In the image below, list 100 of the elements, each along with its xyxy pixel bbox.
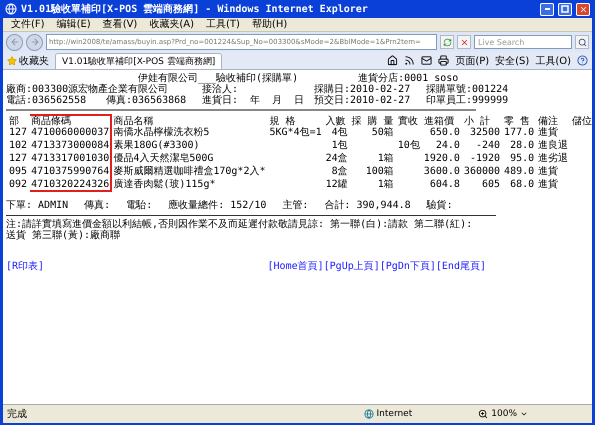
column-header: 部 [8, 115, 20, 127]
browser-tab[interactable]: V1.01驗收單補印[X-POS 雲端商務網] [55, 52, 222, 68]
table-cell-text: 127 [8, 127, 28, 139]
table-cell-text: 28.0 [509, 139, 536, 152]
table-cell-text: -1920 [468, 152, 502, 165]
command-menu[interactable]: 工具(O) [535, 54, 571, 68]
info-field: 採購日:2010-02-27 [314, 84, 426, 95]
footer-field: 驗貨: [426, 200, 453, 211]
column-header: 入數 [324, 115, 347, 127]
table-cell-text: 進貨 [537, 165, 560, 178]
print-icon[interactable] [438, 55, 450, 66]
menu-item[interactable]: 收藏夹(A) [149, 18, 194, 30]
info-field: 印單員工:999999 [426, 95, 546, 106]
menu-item[interactable]: 编辑(E) [56, 18, 91, 30]
table-cell-text: 95.0 [509, 152, 536, 165]
close-button[interactable] [576, 2, 590, 16]
table-cell-text: 100箱 [364, 165, 395, 178]
table-cell-text: 進貨 [537, 127, 560, 139]
table-cell-text: 605 [480, 178, 502, 191]
table-cell-text: -240 [474, 139, 502, 152]
refresh-icon [442, 38, 452, 46]
column-header: 規 格 [268, 115, 324, 127]
table-cell-text: 5KG*4包=1 [268, 127, 323, 139]
table-cell-text: 素果180G(#3300) [112, 139, 201, 152]
page-link[interactable]: [Home首頁] [268, 261, 324, 272]
table-cell-text: 24盒 [324, 152, 349, 165]
stop-icon [460, 38, 468, 46]
table-cell-text: 優品4入天然潔皂500G [112, 152, 214, 165]
table-cell-text: 092 [8, 178, 28, 191]
page-link[interactable]: [PgDn下頁] [380, 261, 436, 272]
caret-icon[interactable] [520, 410, 528, 418]
globe-icon [364, 409, 374, 419]
note-text: 注:請詳實填寫進價金額以利結帳,否則因作業不及而延遲付款敬請見諒: 第一聯(白):請款 第二聯(紅):送貨 第三聯(黃):廠商聯 [6, 219, 474, 241]
table-cell-text: 進劣退 [537, 152, 570, 165]
zoom-icon[interactable] [478, 409, 488, 419]
table-cell-text: 8盒 [330, 165, 349, 178]
search-icon [578, 38, 586, 46]
document-title: 伊娃有限公司___驗收補印(採購單) [138, 73, 298, 84]
maximize-icon [561, 5, 569, 13]
menu-item[interactable]: 帮助(H) [252, 18, 288, 30]
table-cell-text: 24.0 [434, 139, 461, 152]
table-cell-text: 360000 [462, 165, 502, 178]
table-cell-text: 麥斯威爾精選咖啡禮盒170g*2入* [112, 165, 266, 178]
table-cell-text: 32500 [468, 127, 502, 139]
page-link[interactable]: [PgUp上頁] [324, 261, 380, 272]
table-cell-text: 1包 [330, 139, 349, 152]
home-icon[interactable] [387, 55, 398, 66]
table-cell-text: 50箱 [370, 127, 395, 139]
feed-icon[interactable] [404, 55, 416, 66]
star-icon [7, 56, 17, 66]
info-field: 接洽人: [202, 84, 314, 95]
footer-field: 主管: [282, 200, 308, 211]
column-header: 採 購 量 [350, 115, 395, 127]
menu-item[interactable]: 查看(V) [102, 18, 138, 30]
info-field: 進貨日: 年 月 日 [202, 95, 314, 106]
footer-field: 傳真: [84, 200, 110, 211]
column-header: 小 計 [462, 115, 491, 127]
table-cell-text: 1箱 [376, 178, 395, 191]
column-header: 零 售 [503, 115, 532, 127]
forward-arrow-icon [30, 37, 40, 47]
footer-field: 合計: 390,944.8 [324, 200, 411, 211]
maximize-button[interactable] [558, 2, 572, 16]
command-menu[interactable]: 安全(S) [495, 54, 530, 68]
page-link[interactable]: [End尾頁] [436, 261, 486, 272]
table-cell-text: 4包 [330, 127, 349, 139]
column-header: 進箱價 [422, 115, 455, 127]
footer-field: 電駘: [126, 200, 152, 211]
minimize-button[interactable] [540, 2, 554, 16]
stop-button[interactable] [457, 35, 471, 49]
table-cell: 4710375990764 [29, 165, 112, 178]
favorites-label: 收藏夹 [19, 54, 49, 68]
zoom-level[interactable]: 100% [491, 409, 517, 419]
info-field: 預交日:2010-02-27 [314, 95, 426, 106]
table-cell: 4713373000084 [29, 139, 112, 152]
table-cell-text: 489.0 [503, 165, 536, 178]
help-icon[interactable] [577, 55, 588, 66]
info-field: 電話:036562558 [6, 95, 106, 106]
refresh-button[interactable] [440, 35, 454, 49]
close-icon [578, 4, 588, 14]
minimize-icon [544, 8, 550, 10]
table-cell-text: 1920.0 [422, 152, 461, 165]
menu-item[interactable]: 文件(F) [11, 18, 45, 30]
command-menu[interactable]: 页面(P) [455, 54, 490, 68]
footer-field: 下單: ADMIN [6, 200, 68, 211]
table-cell-text: 68.0 [509, 178, 536, 191]
window-title: V1.01驗收單補印[X-POS 雲端商務網] - Windows Internet Explorer [21, 2, 369, 16]
branch-label: 進貨分店:0001 soso [358, 73, 458, 84]
search-button[interactable] [575, 35, 589, 49]
table-cell-text: 102 [8, 139, 28, 152]
info-field: 採購單號:001224 [426, 84, 546, 95]
table-cell-text: 10包 [396, 139, 421, 152]
print-link[interactable]: [R印表] [6, 261, 44, 272]
table-cell: 4710060000037 [29, 127, 112, 139]
table-cell-text: 廣達香肉鬆(玻)115g* [112, 178, 216, 191]
footer-field: 應收量總件: 152/10 [168, 200, 266, 211]
mail-icon[interactable] [421, 55, 432, 66]
status-text: 完成 [7, 408, 28, 421]
table-cell-text: 095 [8, 165, 28, 178]
menu-item[interactable]: 工具(T) [206, 18, 240, 30]
back-arrow-icon [10, 37, 20, 47]
